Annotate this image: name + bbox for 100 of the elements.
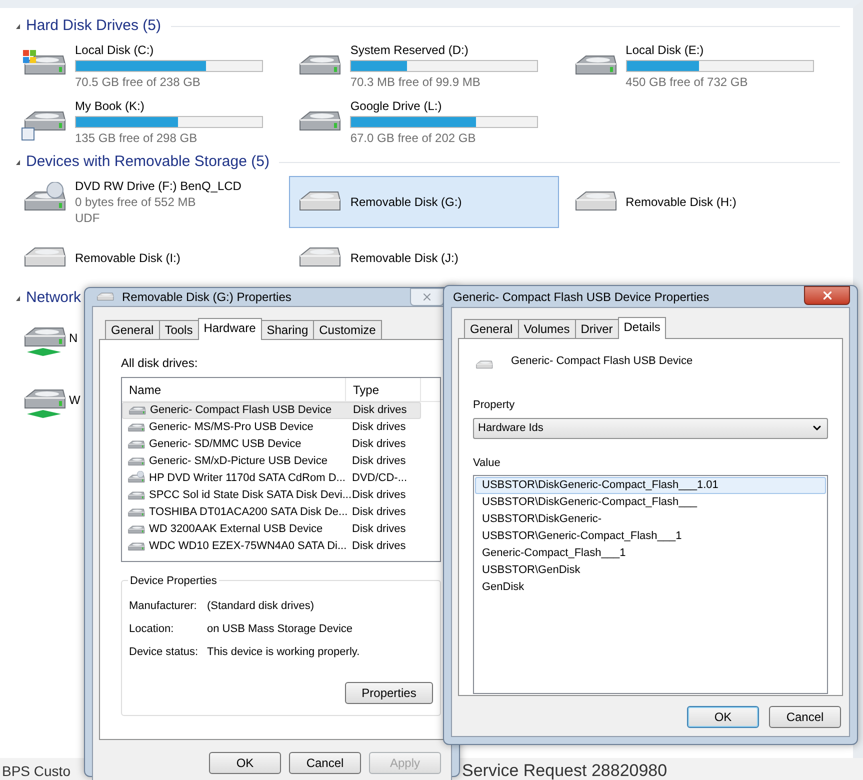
dialog-tab[interactable]: Details — [618, 317, 666, 339]
value-item[interactable]: USBSTOR\DiskGeneric-Compact_Flash___1.01 — [475, 477, 826, 494]
dialog-button[interactable]: Cancel — [769, 706, 841, 728]
device-name: HP DVD Writer 1170d SATA CdRom D... — [149, 471, 346, 486]
drive-row[interactable]: WDC WD10 EZEX-75WN4A0 SATA Di... Disk drives — [122, 538, 421, 555]
drive-tile[interactable]: System Reserved (D:) 70.3 MB free of 99.9 MB — [289, 40, 559, 92]
field-label: Location: — [129, 622, 175, 638]
drive-tile[interactable]: Removable Disk (J:) — [289, 232, 559, 284]
field-label: Manufacturer: — [129, 599, 198, 614]
footer-text: Service Request 28820980 — [462, 762, 668, 780]
section-title[interactable]: Network — [26, 286, 82, 310]
drive-tile[interactable]: Removable Disk (G:) — [289, 176, 559, 228]
dialog-tab[interactable]: Customize — [313, 320, 382, 339]
device-name: Generic- MS/MS-Pro USB Device — [149, 420, 314, 436]
device-type: DVD/CD-... — [351, 471, 407, 486]
value-item[interactable]: GenDisk — [475, 579, 826, 596]
column-header[interactable]: Name — [122, 378, 346, 401]
dialog-tab[interactable]: Tools — [158, 320, 199, 339]
drive-name: Removable Disk (H:) — [626, 194, 736, 210]
value-item[interactable]: Generic-Compact_Flash___1 — [475, 545, 826, 562]
device-title: Generic- Compact Flash USB Device — [511, 354, 693, 369]
close-icon — [820, 289, 834, 302]
drive-row[interactable]: Generic- SD/MMC USB Device Disk drives — [122, 436, 421, 453]
drive-tile[interactable]: Google Drive (L:) 67.0 GB free of 202 GB — [289, 96, 559, 148]
device-type: Disk drives — [351, 420, 406, 436]
file-system: UDF — [75, 210, 101, 226]
dialog-tab[interactable]: Driver — [574, 319, 619, 338]
dialog-tab[interactable]: General — [105, 320, 160, 339]
device-name: WD 3200AAK External USB Device — [149, 522, 323, 538]
value-label: Value — [473, 456, 502, 470]
drive-row[interactable]: HP DVD Writer 1170d SATA CdRom D... DVD/CD-... — [122, 470, 421, 487]
drive-name: DVD RW Drive (F:) BenQ_LCD — [75, 178, 242, 194]
dialog-button[interactable]: Properties — [345, 682, 433, 704]
device-type: Disk drives — [351, 505, 406, 520]
drive-tile[interactable]: Local Disk (E:) 450 GB free of 732 GB — [564, 40, 834, 92]
drive-name: W — [69, 392, 80, 408]
section-title[interactable]: Devices with Removable Storage (5) — [26, 150, 270, 174]
drive-space: 450 GB free of 732 GB — [626, 74, 749, 90]
window-title: Removable Disk (G:) Properties — [122, 289, 292, 306]
drive-row[interactable]: Generic- SM/xD-Picture USB Device Disk drives — [122, 453, 421, 470]
close-icon — [421, 291, 433, 303]
device-name: TOSHIBA DT01ACA200 SATA Disk De... — [149, 505, 348, 520]
dialog-button[interactable]: OK — [687, 706, 759, 728]
drive-tile[interactable]: My Book (K:) 135 GB free of 298 GB — [14, 96, 284, 148]
drive-name: My Book (K:) — [75, 98, 146, 114]
value-item[interactable]: USBSTOR\Generic-Compact_Flash___1 — [475, 528, 826, 545]
device-name: SPCC Sol id State Disk SATA Disk Devi... — [149, 488, 352, 504]
device-name: Generic- SD/MMC USB Device — [149, 437, 302, 452]
device-type: Disk drives — [351, 454, 406, 470]
device-name: WDC WD10 EZEX-75WN4A0 SATA Di... — [149, 539, 347, 554]
device-type: Disk drives — [351, 437, 406, 452]
property-label: Property — [473, 398, 516, 413]
field-value: This device is working properly. — [207, 645, 360, 660]
column-header[interactable]: Type — [346, 378, 421, 401]
device-type: Disk drives — [352, 403, 407, 418]
collapse-icon[interactable] — [16, 296, 20, 300]
value-item[interactable]: USBSTOR\DiskGeneric- — [475, 511, 826, 528]
drive-name: Removable Disk (J:) — [350, 250, 458, 266]
dialog-button[interactable]: OK — [209, 752, 281, 774]
drive-tile[interactable]: Removable Disk (I:) — [14, 232, 284, 284]
close-button[interactable] — [804, 286, 850, 305]
drive-name: Removable Disk (I:) — [75, 250, 180, 266]
drive-name: Local Disk (E:) — [626, 42, 705, 58]
device-type: Disk drives — [351, 539, 406, 554]
drive-row[interactable]: Generic- Compact Flash USB Device Disk drives — [122, 402, 421, 419]
drive-row[interactable]: WD 3200AAK External USB Device Disk drives — [122, 521, 421, 538]
field-value: on USB Mass Storage Device — [207, 622, 353, 638]
drive-space: 0 bytes free of 552 MB — [75, 194, 197, 210]
dialog-tab[interactable]: Sharing — [260, 320, 314, 339]
device-type: Disk drives — [351, 522, 406, 538]
drive-tile[interactable]: Removable Disk (H:) — [564, 176, 834, 228]
drive-space: 67.0 GB free of 202 GB — [350, 130, 477, 146]
collapse-icon[interactable] — [16, 24, 20, 28]
dialog-tab[interactable]: Hardware — [198, 318, 262, 340]
drive-row[interactable]: Generic- MS/MS-Pro USB Device Disk drives — [122, 419, 421, 436]
drive-name: Local Disk (C:) — [75, 42, 155, 58]
collapse-icon[interactable] — [16, 160, 20, 164]
group-title: Device Properties — [128, 573, 219, 590]
value-item[interactable]: USBSTOR\DiskGeneric-Compact_Flash___ — [475, 494, 826, 511]
dialog-tab[interactable]: Volumes — [518, 319, 576, 338]
dialog-tab[interactable]: General — [464, 319, 519, 338]
drive-space: 70.5 GB free of 238 GB — [75, 74, 202, 90]
field-value: (Standard disk drives) — [207, 599, 314, 614]
drive-name: Google Drive (L:) — [350, 98, 443, 114]
window-title: Generic- Compact Flash USB Device Properties — [453, 288, 710, 306]
drive-space: 135 GB free of 298 GB — [75, 130, 198, 146]
device-name: Generic- Compact Flash USB Device — [150, 403, 332, 418]
drive-tile[interactable]: DVD RW Drive (F:) BenQ_LCD 0 bytes free of 552 MB UDF — [14, 176, 284, 228]
drive-name: System Reserved (D:) — [350, 42, 470, 58]
drive-row[interactable]: TOSHIBA DT01ACA200 SATA Disk De... Disk drives — [122, 504, 421, 521]
value-item[interactable]: USBSTOR\GenDisk — [475, 562, 826, 579]
dialog-button[interactable]: Cancel — [289, 752, 361, 774]
drive-tile[interactable]: W — [14, 374, 86, 426]
drive-space: 70.3 MB free of 99.9 MB — [350, 74, 482, 90]
list-label: All disk drives: — [121, 355, 199, 372]
drive-tile[interactable]: N — [14, 312, 86, 364]
property-dropdown[interactable]: Hardware Ids — [473, 418, 828, 438]
drive-row[interactable]: SPCC Sol id State Disk SATA Disk Devi...Disk drives — [122, 487, 421, 504]
drive-tile[interactable]: Local Disk (C:) 70.5 GB free of 238 GB — [14, 40, 284, 92]
section-title[interactable]: Hard Disk Drives (5) — [26, 14, 162, 38]
